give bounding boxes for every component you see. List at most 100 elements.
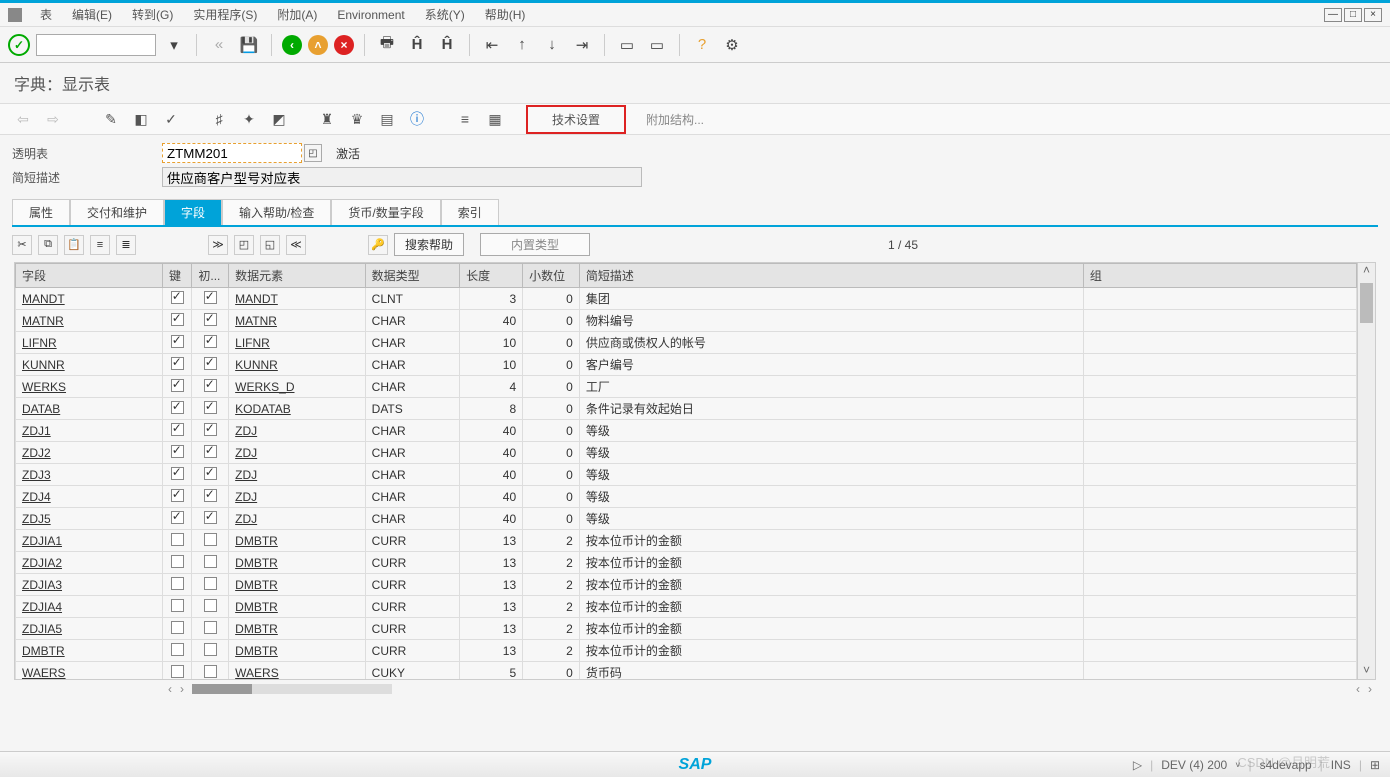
field-name[interactable]: ZDJIA3 xyxy=(16,574,163,596)
tab-0[interactable]: 属性 xyxy=(12,199,70,225)
column-header[interactable]: 键 xyxy=(163,264,192,288)
hierarchy2-icon[interactable]: ♛ xyxy=(346,108,368,130)
table-row[interactable]: MATNRMATNRCHAR400物料编号 xyxy=(16,310,1357,332)
collapse2-icon[interactable]: ◱ xyxy=(260,235,280,255)
init-checkbox[interactable] xyxy=(204,467,217,480)
hierarchy-icon[interactable]: ♜ xyxy=(316,108,338,130)
table-row[interactable]: ZDJIA5DMBTRCURR132按本位币计的金额 xyxy=(16,618,1357,640)
field-name[interactable]: ZDJ4 xyxy=(16,486,163,508)
field-name[interactable]: WAERS xyxy=(16,662,163,680)
table-row[interactable]: MANDTMANDTCLNT30集团 xyxy=(16,288,1357,310)
key-checkbox[interactable] xyxy=(171,401,184,414)
init-checkbox[interactable] xyxy=(204,621,217,634)
init-checkbox[interactable] xyxy=(204,335,217,348)
table-row[interactable]: DATABKODATABDATS80条件记录有效起始日 xyxy=(16,398,1357,420)
column-header[interactable]: 数据类型 xyxy=(365,264,460,288)
scroll-down-icon[interactable]: ˅ xyxy=(1358,663,1375,679)
data-element[interactable]: MANDT xyxy=(229,288,366,310)
table-row[interactable]: ZDJIA2DMBTRCURR132按本位币计的金额 xyxy=(16,552,1357,574)
key-checkbox[interactable] xyxy=(171,665,184,678)
cancel-button[interactable]: × xyxy=(334,35,354,55)
nav-back-icon[interactable]: « xyxy=(207,33,231,57)
init-checkbox[interactable] xyxy=(204,599,217,612)
table-row[interactable]: WERKSWERKS_DCHAR40工厂 xyxy=(16,376,1357,398)
menu-item[interactable]: 实用程序(S) xyxy=(183,4,267,26)
key-checkbox[interactable] xyxy=(171,643,184,656)
menu-item[interactable]: 系统(Y) xyxy=(415,4,475,26)
data-element[interactable]: DMBTR xyxy=(229,640,366,662)
col-left2-icon[interactable]: ‹ xyxy=(1352,682,1364,696)
key-checkbox[interactable] xyxy=(171,511,184,524)
key-checkbox[interactable] xyxy=(171,379,184,392)
builtin-type-button[interactable]: 内置类型 xyxy=(480,233,590,256)
find-next-icon[interactable]: Ĥ xyxy=(435,33,459,57)
other-object-icon[interactable]: ◧ xyxy=(130,108,152,130)
vertical-scrollbar[interactable]: ˄ ˅ xyxy=(1357,263,1375,679)
arrow-right-icon[interactable]: ⇨ xyxy=(42,108,64,130)
key-checkbox[interactable] xyxy=(171,335,184,348)
minimize-button[interactable]: — xyxy=(1324,8,1342,22)
init-checkbox[interactable] xyxy=(204,577,217,590)
activate-icon[interactable]: ♯ xyxy=(208,108,230,130)
help-icon[interactable]: ? xyxy=(690,33,714,57)
table-row[interactable]: ZDJ2ZDJCHAR400等级 xyxy=(16,442,1357,464)
field-name[interactable]: ZDJ1 xyxy=(16,420,163,442)
table-row[interactable]: ZDJIA1DMBTRCURR132按本位币计的金额 xyxy=(16,530,1357,552)
key-checkbox[interactable] xyxy=(171,621,184,634)
menu-item[interactable]: 附加(A) xyxy=(267,4,327,26)
save-icon[interactable]: 💾 xyxy=(237,33,261,57)
search-help-button[interactable]: 搜索帮助 xyxy=(394,233,464,256)
cut-icon[interactable]: ✂ xyxy=(12,235,32,255)
field-name[interactable]: MANDT xyxy=(16,288,163,310)
field-name[interactable]: LIFNR xyxy=(16,332,163,354)
doc-icon[interactable]: ▤ xyxy=(376,108,398,130)
table-row[interactable]: ZDJ1ZDJCHAR400等级 xyxy=(16,420,1357,442)
field-name[interactable]: KUNNR xyxy=(16,354,163,376)
init-checkbox[interactable] xyxy=(204,643,217,656)
table-name-input[interactable] xyxy=(162,143,302,163)
system-info[interactable]: DEV (4) 200 xyxy=(1161,758,1227,772)
data-element[interactable]: ZDJ xyxy=(229,464,366,486)
collapse1-icon[interactable]: ◰ xyxy=(234,235,254,255)
collapse3-icon[interactable]: ≪ xyxy=(286,235,306,255)
tab-5[interactable]: 索引 xyxy=(441,199,499,225)
data-element[interactable]: DMBTR xyxy=(229,530,366,552)
field-name[interactable]: ZDJIA1 xyxy=(16,530,163,552)
init-checkbox[interactable] xyxy=(204,379,217,392)
col-right-icon[interactable]: › xyxy=(176,682,188,696)
data-element[interactable]: ZDJ xyxy=(229,442,366,464)
field-name[interactable]: ZDJ3 xyxy=(16,464,163,486)
table-row[interactable]: ZDJ5ZDJCHAR400等级 xyxy=(16,508,1357,530)
key-checkbox[interactable] xyxy=(171,555,184,568)
init-checkbox[interactable] xyxy=(204,489,217,502)
dropdown-icon[interactable]: ▾ xyxy=(162,33,186,57)
init-checkbox[interactable] xyxy=(204,445,217,458)
field-name[interactable]: DATAB xyxy=(16,398,163,420)
next-page-icon[interactable]: ↓ xyxy=(540,33,564,57)
menu-item[interactable]: 编辑(E) xyxy=(62,4,122,26)
table-row[interactable]: ZDJ3ZDJCHAR400等级 xyxy=(16,464,1357,486)
key-checkbox[interactable] xyxy=(171,533,184,546)
close-button[interactable]: × xyxy=(1364,8,1382,22)
init-checkbox[interactable] xyxy=(204,533,217,546)
back-button[interactable]: ‹ xyxy=(282,35,302,55)
init-checkbox[interactable] xyxy=(204,511,217,524)
data-element[interactable]: LIFNR xyxy=(229,332,366,354)
key-checkbox[interactable] xyxy=(171,357,184,370)
copy-icon[interactable]: ⧉ xyxy=(38,235,58,255)
where-used-icon[interactable]: ◩ xyxy=(268,108,290,130)
table-row[interactable]: ZDJIA3DMBTRCURR132按本位币计的金额 xyxy=(16,574,1357,596)
field-name[interactable]: MATNR xyxy=(16,310,163,332)
data-element[interactable]: DMBTR xyxy=(229,574,366,596)
technical-settings-button[interactable]: 技术设置 xyxy=(526,105,626,134)
key-checkbox[interactable] xyxy=(171,313,184,326)
data-element[interactable]: DMBTR xyxy=(229,596,366,618)
column-header[interactable]: 小数位 xyxy=(523,264,580,288)
menu-item[interactable]: Environment xyxy=(327,4,414,26)
col-right2-icon[interactable]: › xyxy=(1364,682,1376,696)
scroll-thumb[interactable] xyxy=(1360,283,1373,323)
layout-icon[interactable]: ⊞ xyxy=(1370,758,1380,772)
menu-item[interactable]: 帮助(H) xyxy=(475,4,536,26)
column-header[interactable]: 组 xyxy=(1083,264,1356,288)
tab-1[interactable]: 交付和维护 xyxy=(70,199,164,225)
